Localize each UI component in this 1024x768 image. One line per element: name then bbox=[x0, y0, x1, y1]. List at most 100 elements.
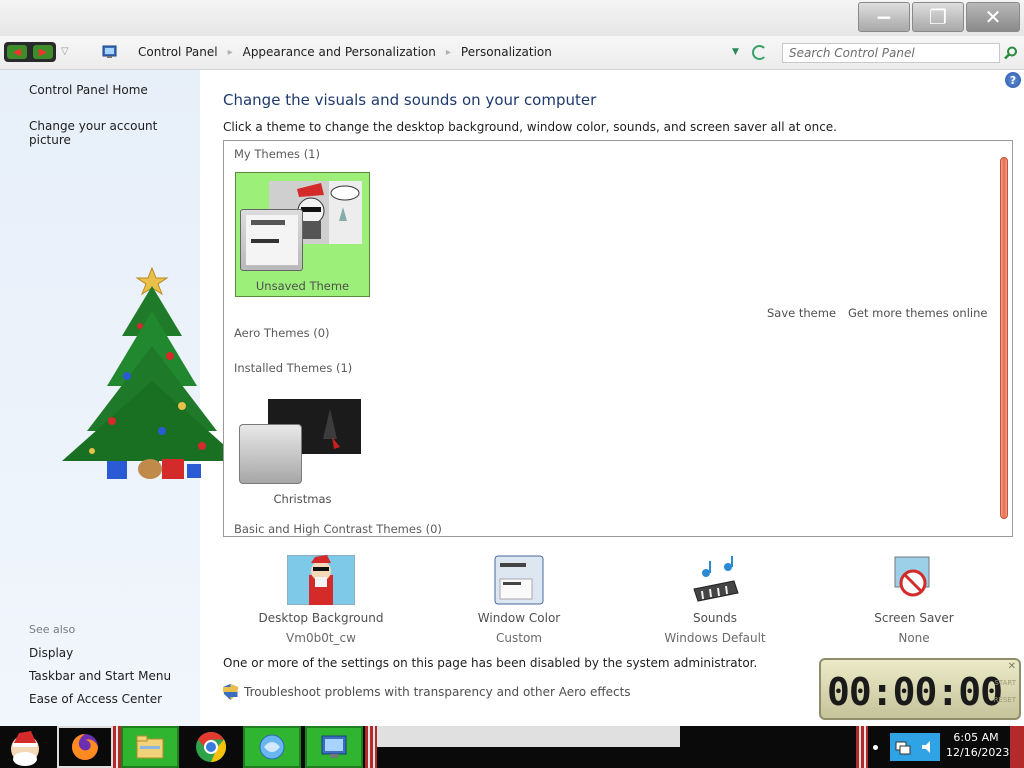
taskbar-control-panel[interactable] bbox=[305, 726, 363, 768]
see-also-heading: See also bbox=[29, 623, 76, 636]
unsaved-theme-window-preview bbox=[240, 209, 303, 271]
window-color-label: Window Color bbox=[477, 611, 561, 625]
firefox-icon bbox=[72, 734, 98, 760]
clock-date: 12/16/2023 bbox=[946, 746, 1010, 759]
refresh-icon[interactable] bbox=[752, 45, 767, 60]
taskbar-start-menu-link[interactable]: Taskbar and Start Menu bbox=[29, 669, 171, 683]
stopwatch-start-button[interactable]: START bbox=[994, 679, 1016, 687]
screen-saver-icon bbox=[889, 555, 939, 605]
forward-arrow-icon: ▶ bbox=[39, 46, 47, 58]
desktop-background-icon bbox=[287, 555, 355, 605]
theme-christmas-label: Christmas bbox=[273, 492, 332, 506]
close-button[interactable]: ✕ bbox=[966, 2, 1020, 32]
clock-time: 6:05 AM bbox=[953, 731, 999, 744]
screen-saver-value: None bbox=[898, 631, 930, 645]
gadget-close-icon[interactable]: ✕ bbox=[1008, 661, 1016, 672]
volume-icon[interactable] bbox=[920, 739, 936, 755]
display-link[interactable]: Display bbox=[29, 646, 73, 660]
group-aero-themes[interactable]: Aero Themes (0) bbox=[234, 326, 330, 340]
troubleshoot-link[interactable]: Troubleshoot problems with transparency … bbox=[223, 684, 631, 700]
taskbar-clock[interactable]: 6:05 AM 12/16/2023 bbox=[946, 730, 1010, 760]
screen-saver-label: Screen Saver bbox=[874, 611, 954, 625]
theme-list-scrollbar[interactable] bbox=[1000, 157, 1008, 519]
back-button[interactable]: ◀ bbox=[7, 45, 27, 59]
close-icon: ✕ bbox=[984, 5, 1002, 29]
show-desktop-button[interactable] bbox=[1010, 726, 1024, 768]
left-pane: Control Panel Home Change your account p… bbox=[0, 70, 232, 726]
control-panel-icon bbox=[102, 45, 117, 58]
nav-buttons: ◀ ▶ bbox=[4, 42, 56, 62]
change-account-picture-link[interactable]: Change your account picture bbox=[29, 119, 200, 147]
ease-of-access-link[interactable]: Ease of Access Center bbox=[29, 692, 162, 706]
start-button[interactable] bbox=[0, 726, 50, 768]
desktop-background-value: Vm0b0t_cw bbox=[286, 631, 356, 645]
back-arrow-icon: ◀ bbox=[13, 46, 21, 58]
theme-unsaved-label: Unsaved Theme bbox=[255, 279, 350, 293]
search-box bbox=[782, 43, 1000, 63]
sounds-setting[interactable]: Sounds Windows Default bbox=[645, 555, 785, 645]
breadcrumb-personalization[interactable]: Personalization bbox=[453, 45, 560, 59]
theme-christmas[interactable]: Christmas bbox=[235, 396, 370, 516]
breadcrumb-separator-icon[interactable]: ▸ bbox=[444, 47, 453, 58]
theme-unsaved[interactable]: Unsaved Theme bbox=[235, 172, 370, 297]
search-input[interactable] bbox=[789, 46, 989, 60]
window-color-icon bbox=[494, 555, 544, 605]
breadcrumb-appearance[interactable]: Appearance and Personalization bbox=[235, 45, 444, 59]
santa-start-icon bbox=[11, 731, 39, 766]
page-subtitle: Click a theme to change the desktop back… bbox=[223, 120, 837, 134]
desktop-background-setting[interactable]: Desktop Background Vm0b0t_cw bbox=[251, 555, 391, 645]
shield-icon bbox=[223, 684, 238, 700]
disabled-settings-message: One or more of the settings on this page… bbox=[223, 656, 758, 670]
desktop-background-label: Desktop Background bbox=[258, 611, 384, 625]
breadcrumb: Control Panel ▸ Appearance and Personali… bbox=[130, 45, 560, 59]
window-controls: − ❐ ✕ bbox=[858, 2, 1020, 32]
window-color-value: Custom bbox=[496, 631, 542, 645]
control-panel-home-link[interactable]: Control Panel Home bbox=[29, 83, 148, 97]
theme-list: My Themes (1) Unsaved Theme Save theme G… bbox=[223, 140, 1013, 537]
save-theme-link[interactable]: Save theme bbox=[767, 306, 836, 320]
christmas-tree-image bbox=[62, 266, 232, 479]
minimize-button[interactable]: − bbox=[858, 2, 910, 32]
taskbar-blank-strip bbox=[372, 726, 680, 747]
stopwatch-gadget: 00:00:00 ✕ START RESET bbox=[819, 658, 1021, 720]
stopwatch-reset-button[interactable]: RESET bbox=[994, 696, 1016, 704]
restore-icon: ❐ bbox=[929, 5, 947, 29]
title-bar: − ❐ ✕ bbox=[0, 0, 1024, 36]
window-color-setting[interactable]: Window Color Custom bbox=[449, 555, 589, 645]
get-more-themes-link[interactable]: Get more themes online bbox=[848, 306, 987, 320]
minimize-icon: − bbox=[875, 5, 893, 29]
stopwatch-digits: 00:00:00 bbox=[827, 670, 1003, 714]
breadcrumb-separator-icon[interactable]: ▸ bbox=[226, 47, 235, 58]
address-bar: ◀ ▶ ▽ Control Panel ▸ Appearance and Per… bbox=[0, 36, 1024, 70]
restore-button[interactable]: ❐ bbox=[912, 2, 964, 32]
taskbar-chrome[interactable] bbox=[183, 726, 239, 768]
taskbar-separator bbox=[365, 726, 377, 768]
network-icon[interactable] bbox=[895, 739, 911, 755]
breadcrumb-control-panel[interactable]: Control Panel bbox=[130, 45, 226, 59]
folder-icon bbox=[136, 735, 164, 759]
group-installed-themes[interactable]: Installed Themes (1) bbox=[234, 361, 352, 375]
address-dropdown-icon[interactable]: ▼ bbox=[732, 47, 739, 57]
taskbar-app-globe[interactable] bbox=[243, 726, 301, 768]
control-panel-taskbar-icon bbox=[321, 735, 347, 758]
forward-button[interactable]: ▶ bbox=[33, 45, 53, 59]
history-dropdown-icon[interactable]: ▽ bbox=[61, 46, 69, 57]
sounds-label: Sounds bbox=[692, 611, 738, 625]
page-title: Change the visuals and sounds on your co… bbox=[223, 91, 597, 109]
taskbar-explorer[interactable] bbox=[121, 726, 179, 768]
globe-icon bbox=[259, 734, 285, 760]
search-icon[interactable] bbox=[1004, 46, 1018, 60]
taskbar-separator bbox=[856, 726, 868, 768]
sounds-value: Windows Default bbox=[664, 631, 766, 645]
chrome-icon bbox=[196, 732, 227, 762]
troubleshoot-text: Troubleshoot problems with transparency … bbox=[244, 685, 631, 699]
taskbar-firefox[interactable] bbox=[57, 726, 113, 768]
tray-dot-icon[interactable] bbox=[870, 726, 880, 768]
christmas-theme-window-preview bbox=[239, 424, 302, 484]
help-icon[interactable]: ? bbox=[1005, 72, 1021, 88]
group-my-themes[interactable]: My Themes (1) bbox=[234, 147, 320, 161]
screen-saver-setting[interactable]: Screen Saver None bbox=[844, 555, 984, 645]
group-basic-themes[interactable]: Basic and High Contrast Themes (0) bbox=[234, 522, 442, 536]
system-tray bbox=[890, 733, 940, 761]
sounds-icon bbox=[690, 555, 740, 605]
